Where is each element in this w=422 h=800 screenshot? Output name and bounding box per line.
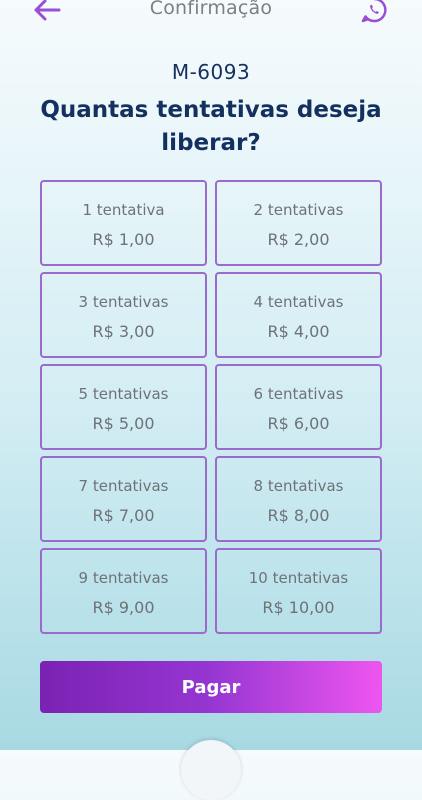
option-price: R$ 1,00	[92, 230, 155, 249]
page-title: Confirmação	[149, 0, 273, 19]
option-price: R$ 4,00	[267, 322, 330, 341]
option-3-attempts[interactable]: 3 tentativas R$ 3,00	[40, 272, 207, 358]
option-price: R$ 6,00	[267, 414, 330, 433]
option-label: 8 tentativas	[253, 477, 344, 495]
option-5-attempts[interactable]: 5 tentativas R$ 5,00	[40, 364, 207, 450]
machine-code: M-6093	[171, 60, 251, 84]
option-10-attempts[interactable]: 10 tentativas R$ 10,00	[215, 548, 382, 634]
options-grid: 1 tentativa R$ 1,00 2 tentativas R$ 2,00…	[40, 180, 382, 634]
top-bar: Confirmação	[0, 0, 422, 24]
option-7-attempts[interactable]: 7 tentativas R$ 7,00	[40, 456, 207, 542]
whatsapp-icon	[361, 0, 387, 23]
floating-action-button[interactable]	[181, 740, 241, 800]
option-label: 10 tentativas	[248, 569, 349, 587]
option-4-attempts[interactable]: 4 tentativas R$ 4,00	[215, 272, 382, 358]
option-price: R$ 9,00	[92, 598, 155, 617]
option-price: R$ 2,00	[267, 230, 330, 249]
option-price: R$ 3,00	[92, 322, 155, 341]
option-label: 1 tentativa	[82, 201, 165, 219]
option-6-attempts[interactable]: 6 tentativas R$ 6,00	[215, 364, 382, 450]
option-9-attempts[interactable]: 9 tentativas R$ 9,00	[40, 548, 207, 634]
pay-button[interactable]: Pagar	[40, 661, 382, 713]
option-label: 2 tentativas	[253, 201, 344, 219]
whatsapp-button[interactable]	[360, 0, 388, 23]
option-price: R$ 7,00	[92, 506, 155, 525]
question-heading: Quantas tentativas deseja liberar?	[40, 97, 382, 156]
option-8-attempts[interactable]: 8 tentativas R$ 8,00	[215, 456, 382, 542]
option-2-attempts[interactable]: 2 tentativas R$ 2,00	[215, 180, 382, 266]
option-label: 5 tentativas	[78, 385, 169, 403]
option-price: R$ 8,00	[267, 506, 330, 525]
option-label: 3 tentativas	[78, 293, 169, 311]
option-1-attempt[interactable]: 1 tentativa R$ 1,00	[40, 180, 207, 266]
option-label: 7 tentativas	[78, 477, 169, 495]
option-label: 9 tentativas	[78, 569, 169, 587]
option-label: 6 tentativas	[253, 385, 344, 403]
option-price: R$ 10,00	[262, 598, 335, 617]
option-label: 4 tentativas	[253, 293, 344, 311]
option-price: R$ 5,00	[92, 414, 155, 433]
